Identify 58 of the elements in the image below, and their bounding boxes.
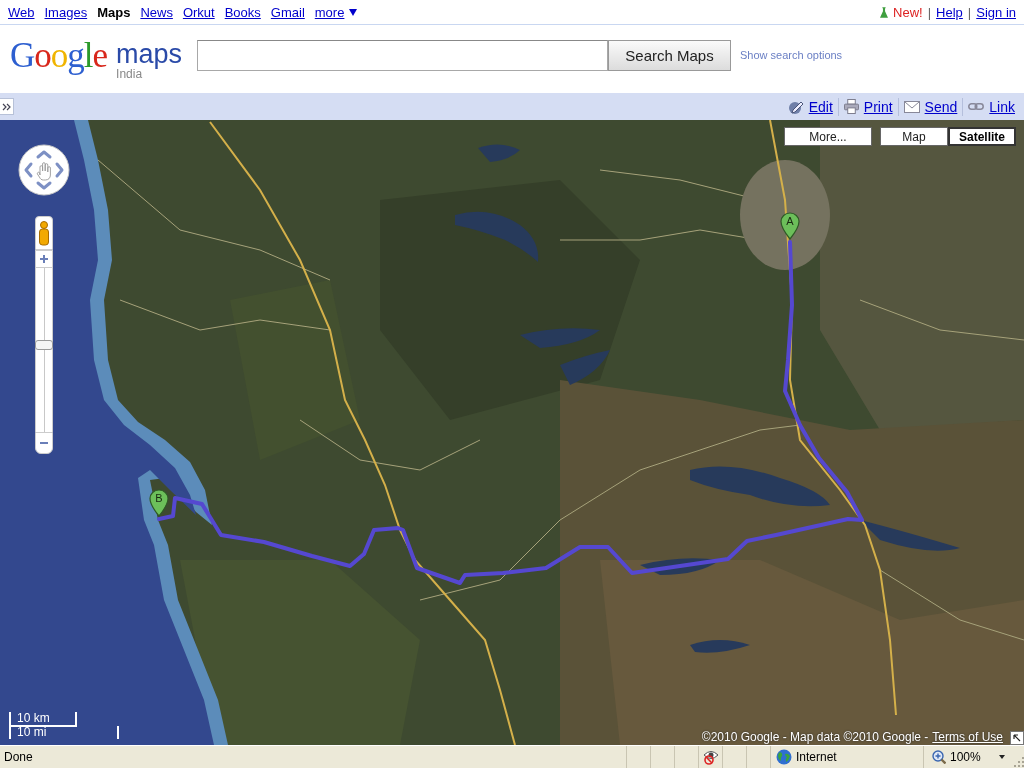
- chain-link-icon: [968, 103, 985, 110]
- minus-icon: [40, 442, 48, 444]
- nav-link[interactable]: Orkut: [182, 4, 215, 20]
- page-zoom-button[interactable]: 100%: [932, 750, 1005, 764]
- nav-link[interactable]: Gmail: [270, 4, 305, 20]
- nav-link[interactable]: Web: [8, 4, 35, 20]
- nav-link[interactable]: Maps: [97, 4, 131, 20]
- corner-arrow-icon[interactable]: [1010, 731, 1024, 745]
- double-chevron-icon: [2, 102, 11, 111]
- nav-link[interactable]: Books: [224, 4, 261, 20]
- toolbar-link[interactable]: Send: [903, 98, 958, 115]
- printer-icon: [843, 99, 859, 114]
- map-attribution: ©2010 Google - Map data ©2010 Google -: [701, 730, 929, 744]
- nav-link[interactable]: News: [140, 4, 173, 20]
- map-marker[interactable]: A: [780, 212, 800, 240]
- map-type-button[interactable]: Map: [880, 127, 948, 146]
- more-layers-button[interactable]: More...: [784, 127, 872, 146]
- plus-icon: [40, 255, 48, 263]
- account-link[interactable]: Sign in: [976, 4, 1016, 20]
- search-field[interactable]: [197, 40, 608, 71]
- nav-link[interactable]: Images: [44, 4, 88, 20]
- envelope-icon: [903, 100, 920, 113]
- person-icon: [38, 220, 50, 246]
- caret-icon: [998, 755, 1005, 759]
- region-label: India: [116, 68, 143, 80]
- collapse-panel-button[interactable]: [0, 98, 14, 115]
- lake: [690, 640, 750, 653]
- new-features-link[interactable]: New!: [880, 4, 923, 20]
- scale-label: 10 mi: [9, 726, 119, 739]
- lake: [478, 144, 520, 162]
- toolbar-link[interactable]: Print: [843, 98, 893, 115]
- search-maps-button[interactable]: Search Maps: [608, 40, 731, 71]
- security-zone-label: Internet: [796, 750, 837, 764]
- lake: [560, 350, 610, 385]
- terms-of-use-link[interactable]: Terms of Use: [932, 730, 1003, 744]
- magnifier-icon: [932, 750, 946, 764]
- account-link[interactable]: Help: [936, 4, 963, 20]
- resize-grip-icon[interactable]: [1014, 757, 1024, 767]
- nav-link[interactable]: more: [314, 4, 358, 20]
- zoom-out-button[interactable]: [35, 432, 53, 454]
- search-options-link[interactable]: Show search options: [740, 40, 843, 71]
- status-message: Done: [4, 750, 33, 764]
- street-view-button[interactable]: [35, 216, 53, 250]
- globe-icon: [776, 749, 792, 765]
- zoom-in-button[interactable]: [35, 250, 53, 268]
- toolbar-link[interactable]: Link: [968, 98, 1015, 115]
- map-marker[interactable]: B: [149, 489, 169, 517]
- product-name: maps: [116, 40, 183, 68]
- flask-icon: [880, 6, 889, 18]
- zoom-slider-thumb[interactable]: [35, 340, 53, 351]
- pan-control-icon[interactable]: [18, 144, 70, 196]
- map-type-button[interactable]: Satellite: [948, 127, 1016, 146]
- scale-label: 10 km: [9, 712, 77, 727]
- separator: |: [927, 4, 932, 20]
- toolbar-link[interactable]: Edit: [787, 98, 833, 115]
- separator: |: [967, 4, 972, 20]
- caret-icon: [349, 8, 358, 16]
- blocked-eye-icon: [702, 749, 719, 765]
